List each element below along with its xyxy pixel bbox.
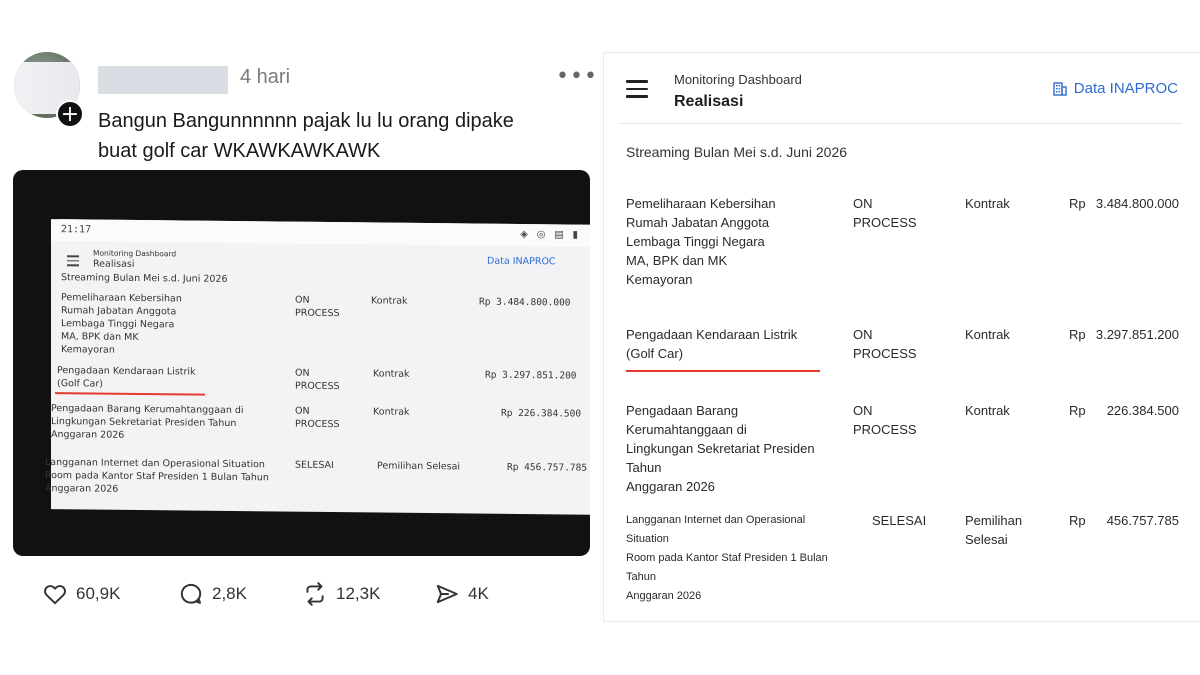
row-currency: Rp	[1069, 327, 1086, 342]
phone-status-bar: 21:17 ◈ ◎ ▤ ▮	[51, 219, 590, 247]
phone-status-icons: ◈ ◎ ▤ ▮	[520, 228, 581, 241]
post-text-line: buat golf car WKAWKAWKAWK	[98, 140, 381, 162]
share-button[interactable]: 4K	[434, 578, 489, 610]
post-text: Bangun Bangunnnnnn pajak lu lu orang dip…	[98, 106, 578, 166]
row-currency: Rp	[1069, 196, 1086, 211]
row-type: Kontrak	[965, 327, 1010, 342]
photo-row-type: Pemilihan Selesai	[377, 460, 461, 473]
share-icon	[436, 584, 458, 604]
photo-row-desc: Pengadaan Barang Kerumahtanggaan di Lingk…	[51, 403, 244, 441]
post-actions: 60,9K 2,8K 12,3K 4K	[42, 578, 562, 610]
row-status: ON PROCESS	[853, 196, 917, 230]
photo-row-type: Kontrak	[373, 368, 410, 380]
social-post: + 4 hari ••• Bangun Bangunnnnnn pajak lu…	[0, 0, 600, 675]
row-status: SELESAI	[872, 513, 927, 528]
follow-plus-icon[interactable]: +	[56, 100, 84, 128]
post-text-line: Bangun Bangunnnnnn pajak lu lu orang dip…	[98, 110, 514, 132]
photo-stream: Streaming Bulan Mei s.d. Juni 2026	[61, 272, 228, 285]
comment-icon	[180, 583, 202, 604]
row-description: Langganan Internet dan Operasional Situa…	[626, 514, 828, 602]
photo-row-amount: Rp 3.297.851.200	[485, 369, 577, 382]
photo-row-amount: Rp 226.384.500	[501, 407, 582, 420]
row-status: ON PROCESS	[853, 327, 917, 361]
repost-button[interactable]: 12,3K	[302, 578, 380, 610]
data-inaproc-label: Data INAPROC	[1073, 80, 1178, 97]
monitoring-dashboard: Monitoring Dashboard Realisasi Data INAP…	[603, 52, 1200, 622]
photo-row-type: Kontrak	[371, 295, 408, 307]
row-type: Kontrak	[965, 196, 1010, 211]
row-currency: Rp	[1069, 403, 1086, 418]
row-type: Kontrak	[965, 403, 1010, 418]
photo-row-desc: Pemeliharaan Kebersihan Rumah Jabatan Ang…	[61, 292, 182, 356]
repost-count: 12,3K	[336, 584, 381, 603]
photo-row-status: ON PROCESS	[295, 367, 340, 393]
more-options-icon[interactable]: •••	[556, 64, 598, 89]
heart-icon	[44, 585, 66, 605]
row-description: Pemeliharaan Kebersihan Rumah Jabatan Ang…	[626, 196, 776, 287]
repost-icon	[306, 582, 324, 606]
post-time: 4 hari	[240, 66, 291, 88]
row-amount: 3.297.851.200	[1095, 327, 1179, 342]
photo-row-desc: Langganan Internet dan Operasional Situa…	[45, 457, 269, 495]
photo-row-status: SELESAI	[295, 459, 334, 472]
highlight-underline	[626, 370, 820, 372]
row-currency: Rp	[1069, 513, 1086, 528]
photo-row-status: ON PROCESS	[295, 294, 340, 320]
page-title: Realisasi	[674, 93, 744, 110]
username-redacted	[98, 66, 228, 94]
photo-row-status: ON PROCESS	[295, 405, 340, 431]
stream-label: Streaming Bulan Mei s.d. Juni 2026	[626, 144, 848, 160]
photo-row-desc: Pengadaan Kendaraan Listrik (Golf Car)	[57, 365, 196, 390]
row-description: Pengadaan Kendaraan Listrik (Golf Car)	[626, 327, 798, 361]
photo-row-type: Kontrak	[373, 406, 410, 418]
photo-phone-screen: 21:17 ◈ ◎ ▤ ▮ Monitoring Dashboard Reali…	[45, 219, 590, 515]
row-type: Pemilihan Selesai	[965, 513, 1023, 547]
photo-title: Realisasi	[93, 258, 135, 270]
share-count: 4K	[468, 584, 489, 603]
photo-row-amount: Rp 456.757.785	[507, 461, 588, 474]
post-photo[interactable]: 21:17 ◈ ◎ ▤ ▮ Monitoring Dashboard Reali…	[13, 170, 590, 556]
like-button[interactable]: 60,9K	[42, 578, 120, 610]
row-amount: 3.484.800.000	[1095, 196, 1179, 211]
phone-clock: 21:17	[61, 224, 92, 236]
row-amount: 456.757.785	[1106, 513, 1179, 528]
row-description: Pengadaan Barang Kerumahtanggaan di Lingk…	[626, 403, 815, 494]
header-divider	[620, 123, 1182, 124]
photo-menu-icon	[67, 255, 79, 269]
photo-row-amount: Rp 3.484.800.000	[479, 296, 571, 309]
menu-icon[interactable]	[626, 80, 648, 103]
reply-button[interactable]: 2,8K	[178, 578, 247, 610]
row-amount: 226.384.500	[1106, 403, 1179, 418]
reply-count: 2,8K	[212, 584, 247, 603]
like-count: 60,9K	[76, 584, 121, 603]
photo-link: Data INAPROC	[487, 255, 556, 268]
building-icon	[1053, 81, 1067, 96]
dashboard-subtitle: Monitoring Dashboard	[674, 72, 802, 87]
row-status: ON PROCESS	[853, 403, 917, 437]
data-inaproc-link[interactable]: Data INAPROC	[1052, 80, 1178, 97]
photo-red-underline	[55, 392, 205, 396]
